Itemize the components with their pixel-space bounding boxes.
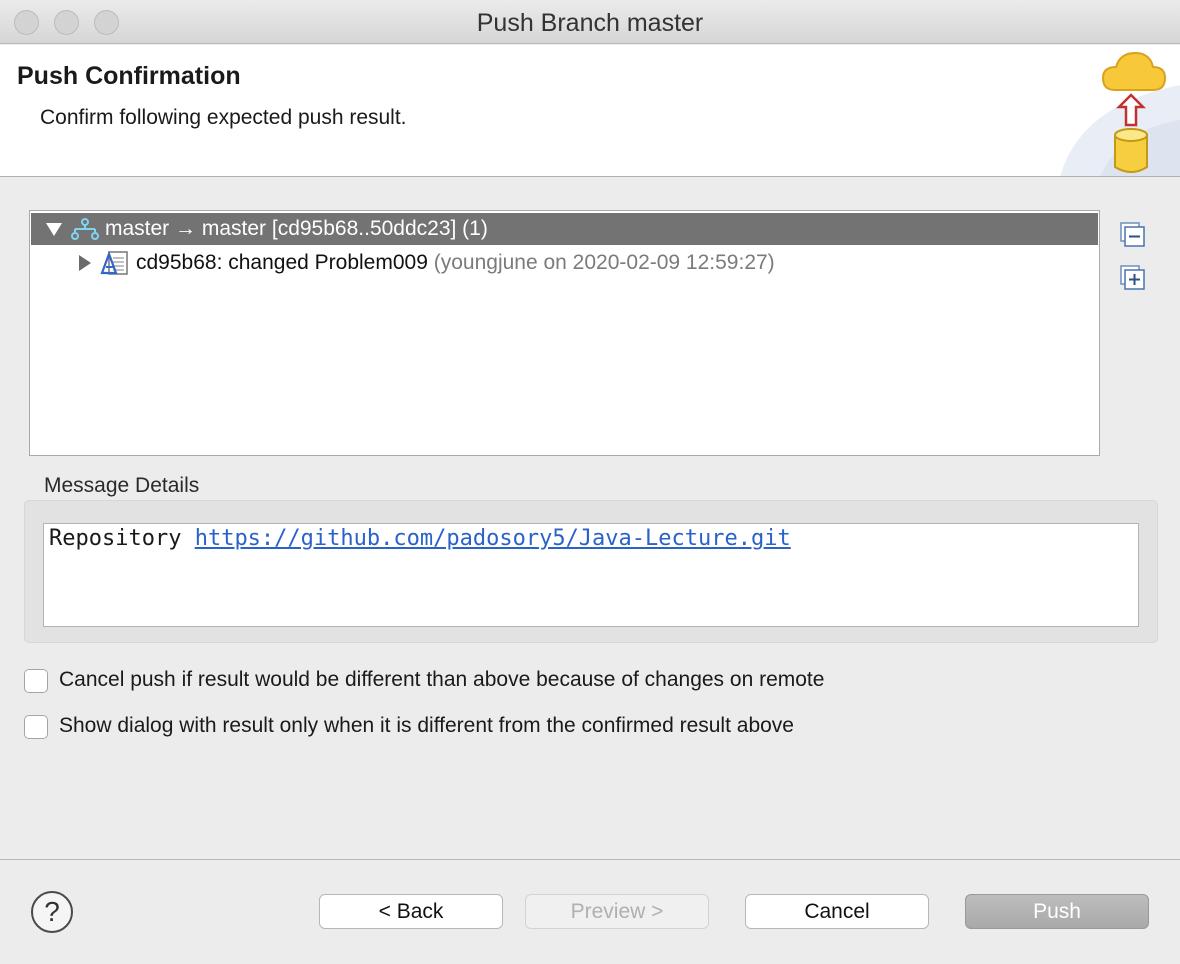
branch-icon	[71, 218, 99, 240]
wizard-header: Push Confirmation Confirm following expe…	[0, 45, 1180, 177]
expand-all-icon[interactable]	[1120, 265, 1146, 291]
message-details-label: Message Details	[44, 474, 200, 497]
title-bar: Push Branch master	[0, 0, 1180, 44]
page-title: Push Confirmation	[17, 62, 241, 90]
repository-prefix: Repository	[49, 526, 195, 551]
show-dialog-checkbox[interactable]	[24, 715, 48, 739]
tree-row-branch[interactable]: master → master [cd95b68..50ddc23] (1)	[31, 213, 1098, 245]
back-button[interactable]: < Back	[319, 894, 503, 929]
collapse-all-icon[interactable]	[1120, 222, 1146, 248]
commit-label: cd95b68: changed Problem009	[136, 251, 428, 274]
cancel-if-different-label[interactable]: Cancel push if result would be different…	[59, 668, 824, 692]
push-cloud-banner-icon	[1060, 51, 1180, 176]
cancel-button[interactable]: Cancel	[745, 894, 929, 929]
collapse-arrow-icon[interactable]	[45, 221, 63, 237]
footer-divider	[0, 859, 1180, 860]
expand-arrow-icon[interactable]	[78, 254, 92, 272]
message-details-text[interactable]: Repository https://github.com/padosory5/…	[43, 523, 1139, 627]
show-dialog-label[interactable]: Show dialog with result only when it is …	[59, 714, 794, 738]
preview-button[interactable]: Preview >	[525, 894, 709, 929]
repository-link[interactable]: https://github.com/padosory5/Java-Lectur…	[195, 526, 791, 551]
page-description: Confirm following expected push result.	[40, 106, 407, 129]
push-result-tree[interactable]: master → master [cd95b68..50ddc23] (1) c…	[29, 210, 1100, 456]
branch-row-label: master → master [cd95b68..50ddc23] (1)	[105, 217, 488, 240]
message-details-group: Repository https://github.com/padosory5/…	[24, 500, 1158, 643]
window-title: Push Branch master	[476, 9, 704, 37]
tree-row-commit[interactable]: cd95b68: changed Problem009 (youngjune o…	[136, 251, 775, 275]
commit-icon	[100, 250, 128, 275]
cancel-if-different-checkbox[interactable]	[24, 669, 48, 693]
commit-meta: (youngjune on 2020-02-09 12:59:27)	[433, 251, 775, 274]
push-button[interactable]: Push	[965, 894, 1149, 929]
help-button[interactable]: ?	[31, 891, 73, 933]
